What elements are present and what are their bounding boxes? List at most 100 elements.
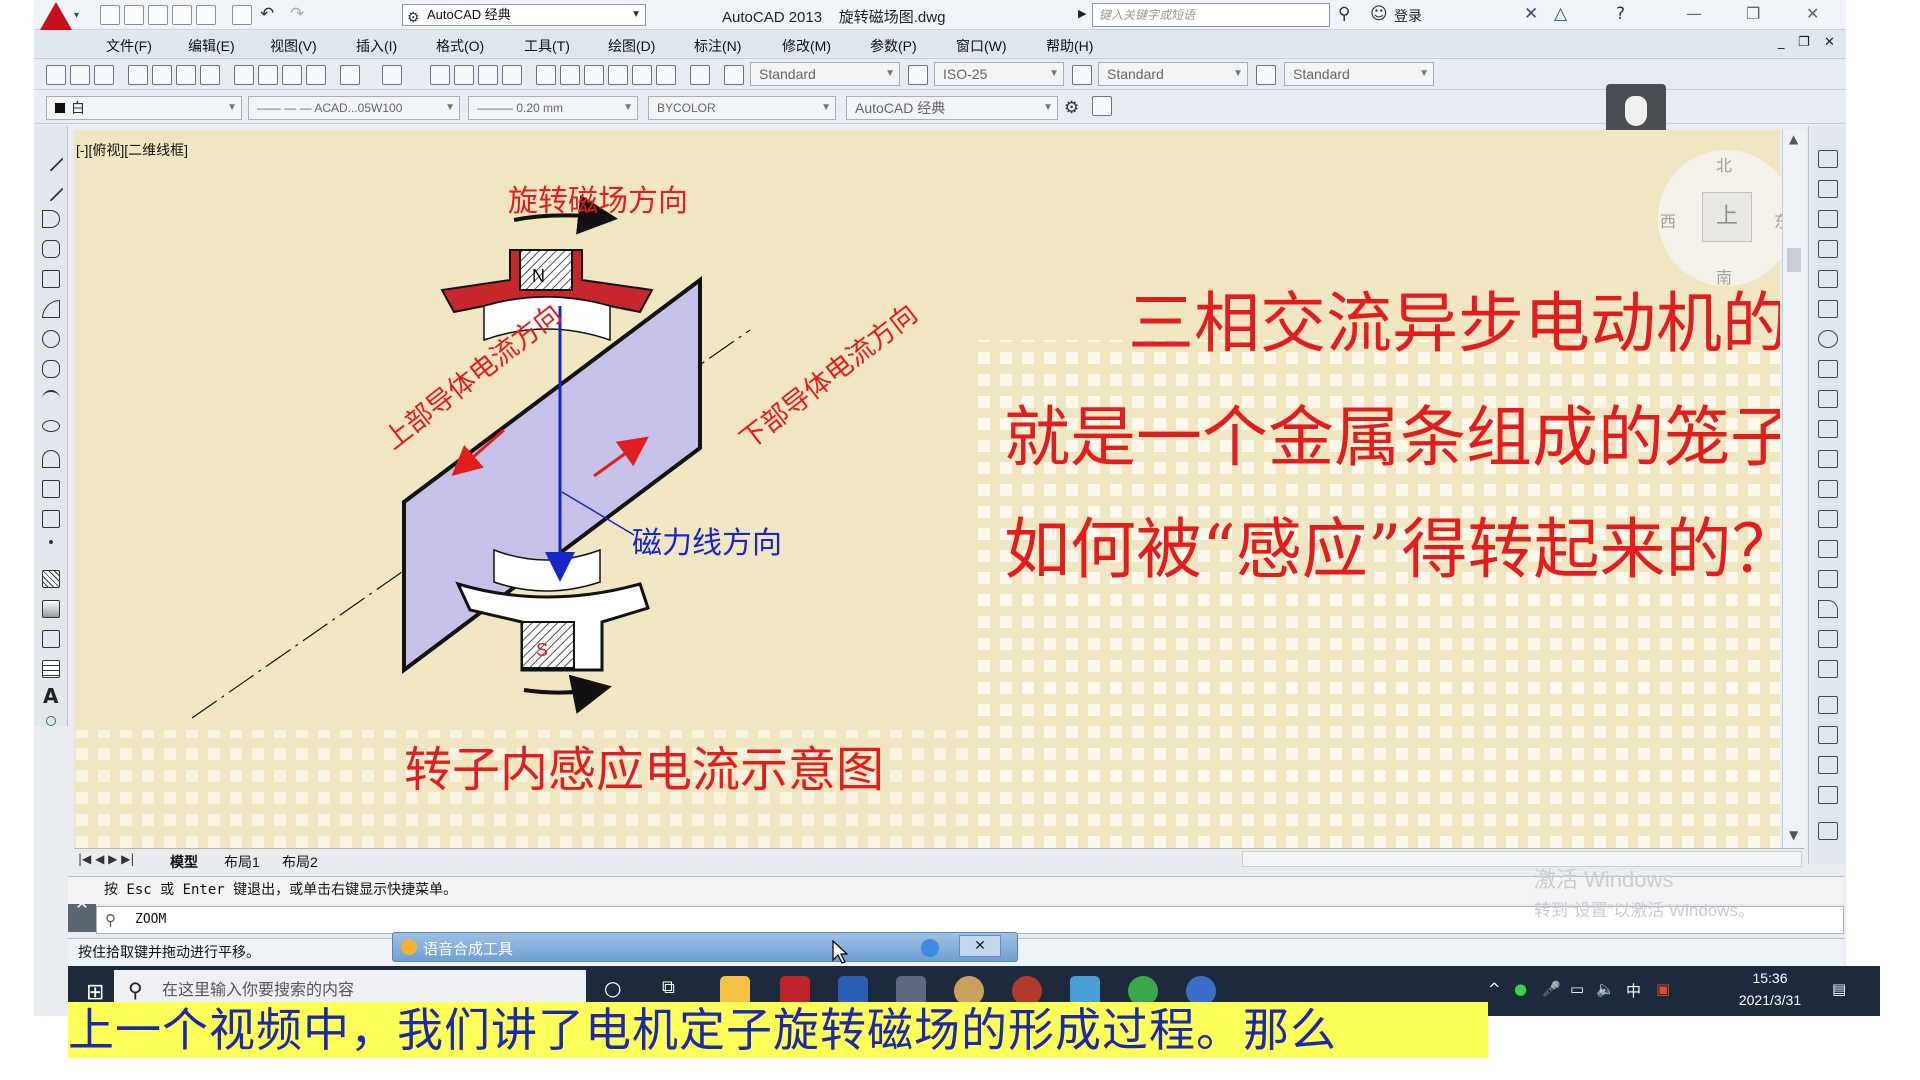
chamfer-icon[interactable] xyxy=(1818,570,1838,588)
viewcube-west[interactable]: 西 xyxy=(1660,208,1676,232)
menu-edit[interactable]: 编辑(E) xyxy=(188,36,235,56)
viewcube[interactable]: 北 南 西 东 上 xyxy=(1658,150,1794,288)
publish-tool-icon[interactable] xyxy=(176,65,196,85)
dim-style-icon[interactable] xyxy=(908,65,928,85)
draworder-back-icon[interactable] xyxy=(1818,726,1838,744)
user-icon[interactable]: ☺ xyxy=(1370,4,1388,24)
new-file-icon[interactable] xyxy=(100,5,120,25)
battery-icon[interactable]: ▭ xyxy=(1570,980,1584,998)
table-style-icon[interactable] xyxy=(1072,65,1092,85)
ime-app-icon[interactable]: ▣ xyxy=(1656,980,1670,998)
microphone-icon[interactable]: 🎤 xyxy=(1542,980,1561,998)
line-icon[interactable] xyxy=(38,146,64,172)
redo-icon[interactable]: ↷ xyxy=(290,4,304,24)
array-icon[interactable] xyxy=(1818,270,1838,288)
tab-layout1[interactable]: 布局1 xyxy=(224,852,260,872)
mirror-icon[interactable] xyxy=(1818,210,1838,228)
calculator-icon[interactable] xyxy=(656,65,676,85)
task-view-icon[interactable]: ⧉ xyxy=(662,977,675,998)
zoom-realtime-icon[interactable] xyxy=(454,65,474,85)
ellipse-arc-icon[interactable] xyxy=(42,450,60,468)
menu-modify[interactable]: 修改(M) xyxy=(782,36,831,56)
autocad-logo-icon[interactable] xyxy=(40,2,72,30)
doc-close-icon[interactable]: ✕ xyxy=(1824,35,1835,50)
menu-view[interactable]: 视图(V) xyxy=(270,36,317,56)
menu-dimension[interactable]: 标注(N) xyxy=(694,36,741,56)
vertical-scrollbar[interactable]: ▲ ▼ xyxy=(1782,130,1806,848)
match-properties-icon[interactable] xyxy=(306,65,326,85)
help-icon[interactable]: ? xyxy=(1616,4,1625,24)
menu-file[interactable]: 文件(F) xyxy=(106,36,152,56)
mleader-style-select[interactable]: Standard ▼ xyxy=(1284,62,1434,86)
sheet-set-icon[interactable] xyxy=(608,65,628,85)
menu-help[interactable]: 帮助(H) xyxy=(1046,36,1093,56)
maximize-icon[interactable]: ❐ xyxy=(1746,4,1760,23)
dim-style-select[interactable]: ISO-25 ▼ xyxy=(934,62,1064,86)
draworder-under-icon[interactable] xyxy=(1818,786,1838,804)
properties-icon[interactable] xyxy=(536,65,556,85)
blend-curves-icon[interactable] xyxy=(1818,630,1838,648)
rotate-icon[interactable] xyxy=(1818,330,1838,348)
copy-icon[interactable] xyxy=(258,65,278,85)
help-search-input[interactable]: 键入关键字或短语 xyxy=(1092,3,1330,27)
hatch-icon[interactable] xyxy=(42,570,60,588)
exchange-icon[interactable]: ✕ xyxy=(1524,4,1538,24)
erase-icon[interactable] xyxy=(1818,150,1838,168)
trim-icon[interactable] xyxy=(1818,420,1838,438)
notification-icon[interactable]: ▤ xyxy=(1832,980,1846,998)
drawing-canvas[interactable]: N S 旋转磁场方向 上部导体电流方向 下部导体电流方向 磁力线方向 转子内感应… xyxy=(74,130,1780,848)
search-expand-icon[interactable]: ▶ xyxy=(1078,7,1086,20)
menu-draw[interactable]: 绘图(D) xyxy=(608,36,655,56)
redo-tool-icon[interactable] xyxy=(382,65,402,85)
plotstyle-select[interactable]: BYCOLOR ▼ xyxy=(648,96,836,120)
scroll-down-icon[interactable]: ▼ xyxy=(1789,828,1798,842)
markup-icon[interactable] xyxy=(632,65,652,85)
polyline-icon[interactable] xyxy=(42,210,60,228)
tool-palettes-icon[interactable] xyxy=(584,65,604,85)
zoom-window-icon[interactable] xyxy=(478,65,498,85)
cut-icon[interactable] xyxy=(234,65,254,85)
text-style-icon[interactable] xyxy=(724,65,744,85)
qsave-icon[interactable] xyxy=(94,65,114,85)
table-style-select[interactable]: Standard ▼ xyxy=(1098,62,1248,86)
polygon-icon[interactable] xyxy=(42,240,60,258)
spline-icon[interactable] xyxy=(42,390,60,408)
copy-object-icon[interactable] xyxy=(1818,180,1838,198)
linetype-select[interactable]: —— — — ACAD...05W100 ▼ xyxy=(248,96,460,120)
binoculars-icon[interactable]: ⚲ xyxy=(1338,4,1350,24)
lineweight-select[interactable]: ——— 0.20 mm ▼ xyxy=(468,96,638,120)
make-block-icon[interactable] xyxy=(42,510,60,528)
scroll-thumb[interactable] xyxy=(1787,248,1801,272)
paste-icon[interactable] xyxy=(282,65,302,85)
ime-indicator[interactable]: 中 xyxy=(1626,980,1641,1001)
tab-layout2[interactable]: 布局2 xyxy=(282,852,318,872)
layer-select[interactable]: 白 ▼ xyxy=(46,96,242,120)
cortana-icon[interactable]: ○ xyxy=(604,976,621,1000)
circle-icon[interactable] xyxy=(42,330,60,348)
fillet-icon[interactable] xyxy=(1818,600,1838,618)
undo-tool-icon[interactable] xyxy=(340,65,360,85)
publish-icon[interactable] xyxy=(196,5,216,25)
arc-icon[interactable] xyxy=(42,300,60,318)
scale-icon[interactable] xyxy=(1818,360,1838,378)
draworder-above-icon[interactable] xyxy=(1818,756,1838,774)
save-icon[interactable] xyxy=(148,5,168,25)
print-icon[interactable] xyxy=(128,65,148,85)
scroll-up-icon[interactable]: ▲ xyxy=(1789,132,1798,146)
mleader-style-icon[interactable] xyxy=(1256,65,1276,85)
workspace-combo[interactable]: AutoCAD 经典 ▼ xyxy=(846,96,1058,120)
viewcube-south[interactable]: 南 xyxy=(1716,264,1732,288)
open-icon[interactable] xyxy=(70,65,90,85)
menu-parametric[interactable]: 参数(P) xyxy=(870,36,917,56)
print-preview-icon[interactable] xyxy=(152,65,172,85)
close-icon[interactable]: ✕ xyxy=(1806,4,1819,23)
tab-nav-icons[interactable]: |◀ ◀ ▶ ▶| xyxy=(78,852,134,866)
table-icon[interactable] xyxy=(42,660,60,678)
clock-date[interactable]: 2021/3/31 xyxy=(1718,992,1822,1008)
break-icon[interactable] xyxy=(1818,510,1838,528)
rectangle-icon[interactable] xyxy=(42,270,60,288)
save-as-icon[interactable] xyxy=(172,5,192,25)
ellipse-icon[interactable] xyxy=(42,420,60,432)
explode-icon[interactable] xyxy=(1818,660,1838,678)
menu-window[interactable]: 窗口(W) xyxy=(956,36,1007,56)
